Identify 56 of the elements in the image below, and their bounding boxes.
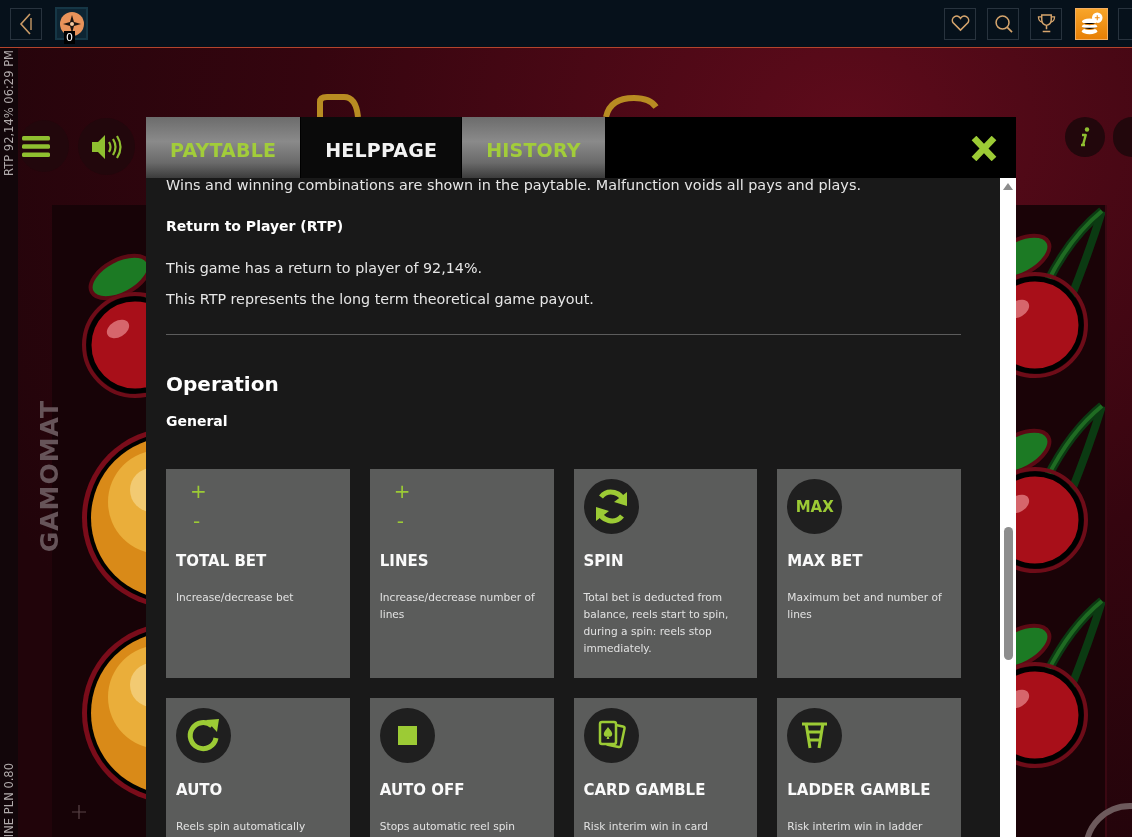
- section-subheading: Return to Player (RTP): [166, 217, 345, 236]
- control-title: LADDER GAMBLE: [787, 780, 932, 800]
- control-description: Reels spin automatically: [176, 819, 307, 834]
- ladder-icon: [787, 708, 843, 763]
- cycle-arrows-icon: [583, 479, 639, 534]
- minus-sign: -: [192, 509, 201, 533]
- tab[interactable]: HELPPAGE: [301, 117, 462, 178]
- badge-count: 0: [64, 31, 75, 44]
- info-button[interactable]: [1065, 117, 1105, 157]
- stop-icon: [379, 708, 435, 763]
- scroll-up-icon[interactable]: [1003, 183, 1013, 190]
- control-title: SPIN: [583, 551, 625, 571]
- trophy-icon: [1036, 14, 1056, 33]
- max-badge: MAX: [787, 479, 843, 534]
- control-description: Total bet is deducted from balance, reels start to spin, during a spin: reels stop immediately.: [583, 590, 730, 656]
- control-title: AUTO: [176, 780, 224, 800]
- paragraph: Wins and winning combinations are shown in the paytable. Malfunction voids all pays and plays.: [166, 178, 862, 193]
- plus-icon: [72, 805, 86, 819]
- control-title: TOTAL BET: [176, 551, 268, 571]
- paragraph: This game has a return to player of 92,14%.: [166, 259, 483, 278]
- search-button[interactable]: [987, 7, 1019, 40]
- control-title: CARD GAMBLE: [583, 780, 707, 800]
- menu-button[interactable]: [19, 120, 69, 172]
- control-title: AUTO OFF: [379, 780, 466, 800]
- plus-sign: +: [190, 479, 207, 503]
- section-subheading: General: [166, 412, 229, 431]
- menu-icon: [22, 135, 50, 157]
- coins-button[interactable]: [1075, 7, 1108, 40]
- bet-line-text: INE PLN 0.80: [1, 762, 17, 837]
- search-icon: [993, 14, 1013, 33]
- control-title: MAX BET: [787, 551, 864, 571]
- paragraph: This RTP represents the long term theoretical game payout.: [166, 290, 595, 309]
- plus-sign: +: [393, 479, 411, 503]
- section-heading: Operation: [166, 371, 280, 397]
- brand-text: GAMOMAT: [36, 400, 63, 553]
- control-description: Increase/decrease bet: [176, 590, 295, 605]
- playing-cards-icon: [583, 708, 639, 763]
- back-button[interactable]: [10, 7, 42, 40]
- trophy-button[interactable]: [1030, 7, 1062, 40]
- chevron-left-icon: [19, 12, 33, 35]
- control-description: Stops automatic reel spin: [379, 819, 517, 834]
- control-title: LINES: [379, 551, 430, 571]
- control-description: Risk interim win in ladder: [787, 819, 924, 834]
- heart-icon: [950, 15, 970, 32]
- control-description: Risk interim win in card: [583, 819, 710, 834]
- status-text: RTP 92,14% 06:29 PM: [1, 50, 17, 176]
- minus-sign: -: [395, 509, 404, 533]
- close-icon: [971, 136, 997, 161]
- info-icon: [1080, 127, 1090, 147]
- scrollbar-thumb[interactable]: [1004, 527, 1013, 660]
- scrollbar-track[interactable]: [1000, 178, 1016, 837]
- control-description: Increase/decrease number of lines: [379, 590, 536, 622]
- favorites-button[interactable]: [944, 7, 976, 40]
- close-button[interactable]: [971, 136, 997, 161]
- coins-icon: [1080, 12, 1103, 35]
- control-description: Maximum bet and number of lines: [787, 590, 943, 622]
